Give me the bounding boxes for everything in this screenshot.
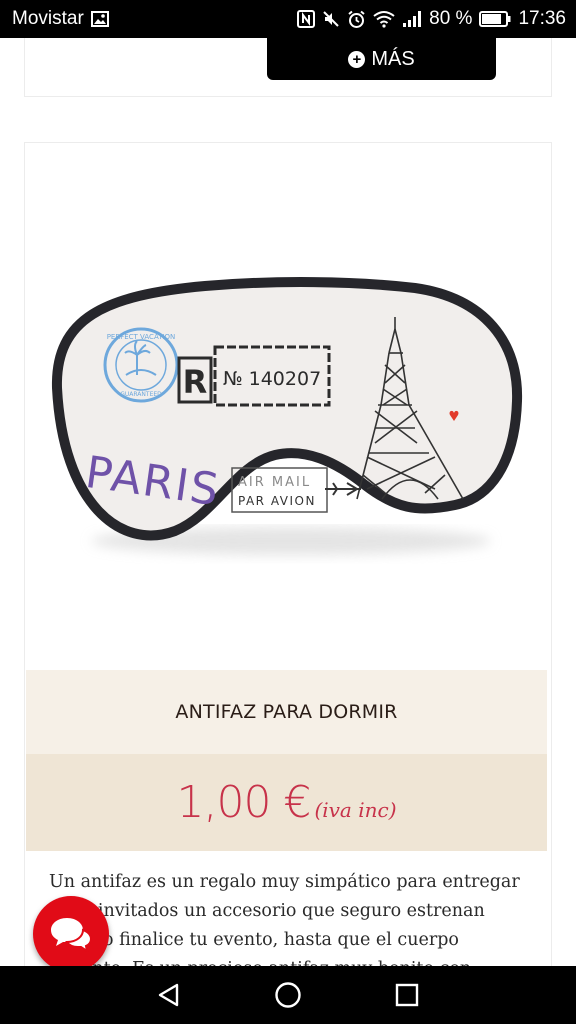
home-circle-icon (275, 982, 301, 1008)
recents-button[interactable] (382, 970, 432, 1020)
chat-bubbles-icon (51, 918, 93, 952)
sleep-mask-illustration: PERFECT VACATION GUARANTEED R № 140207 P… (51, 277, 523, 555)
product-card[interactable]: PERFECT VACATION GUARANTEED R № 140207 P… (24, 142, 552, 966)
nfc-icon (297, 10, 316, 28)
airmail-line2: PAR AVION (238, 494, 316, 508)
wifi-icon (373, 10, 395, 28)
stamp-text-top: PERFECT VACATION (107, 333, 176, 341)
back-button[interactable] (144, 970, 194, 1020)
price-tax-note: (iva inc) (314, 797, 397, 822)
image-notification-icon (90, 11, 109, 27)
page-content[interactable]: + MÁS PERFECT VACATION GUARANTEED R № 14… (0, 38, 576, 966)
status-left: Movistar (12, 8, 109, 30)
product-title-band: ANTIFAZ PARA DORMIR (26, 670, 547, 754)
more-button[interactable]: + MÁS (267, 38, 496, 80)
more-button-label: MÁS (371, 47, 415, 70)
recents-square-icon (395, 983, 418, 1007)
airmail-line1: AIR MAIL (238, 475, 311, 490)
android-nav-bar (0, 966, 576, 1024)
back-triangle-icon (159, 983, 179, 1007)
status-bar: Movistar 80 % 17:36 (0, 0, 576, 38)
ticket-number: № 140207 (223, 368, 321, 390)
home-button[interactable] (263, 970, 313, 1020)
product-price: 1,00 € (176, 777, 311, 828)
plus-circle-icon: + (348, 50, 366, 68)
stamp-text-bottom: GUARANTEED (120, 391, 162, 398)
product-description: Un antifaz es un regalo muy simpático pa… (49, 872, 520, 966)
chat-button[interactable] (33, 896, 109, 966)
battery-percent: 80 % (429, 8, 473, 29)
clock-time: 17:36 (518, 8, 566, 29)
alarm-icon (347, 10, 366, 29)
status-right: 80 % 17:36 (297, 8, 566, 30)
ticket-prefix: R (183, 363, 208, 401)
signal-icon (402, 10, 422, 28)
product-title: ANTIFAZ PARA DORMIR (175, 701, 398, 723)
product-price-band: 1,00 € (iva inc) (26, 754, 547, 851)
mute-icon (322, 10, 340, 28)
battery-icon (479, 11, 511, 27)
carrier-label: Movistar (12, 8, 84, 29)
product-image[interactable]: PERFECT VACATION GUARANTEED R № 140207 P… (25, 143, 551, 669)
